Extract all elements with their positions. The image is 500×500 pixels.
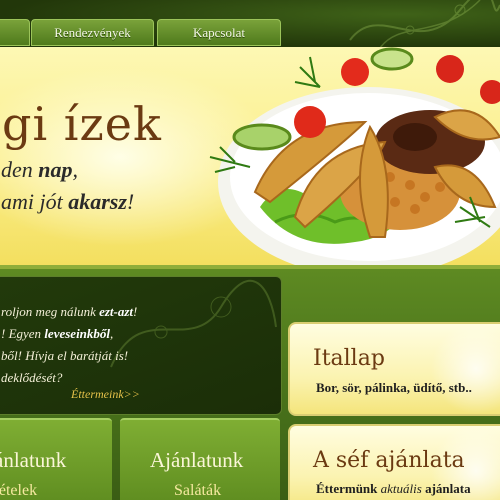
hero-banner: gi ízek den nap, ami jót akarsz! [0, 47, 500, 269]
card-text-italic: aktuális [380, 481, 422, 496]
food-plate-illustration [209, 47, 500, 265]
info-line-1-bold: ezt-azt [99, 304, 134, 319]
info-line-3: ből! Hívja el barátját is! [1, 348, 128, 364]
chef-recommendation-card[interactable]: A séf ajánlata Éttermünk aktuális ajánla… [288, 424, 500, 500]
info-panel: roljon meg nálunk ezt-azt! ! Egyen leves… [0, 276, 282, 415]
hero-tagline-1-suffix: , [72, 157, 79, 182]
info-line-1-suffix: ! [133, 304, 138, 319]
info-line-2-prefix: ! Egyen [1, 326, 45, 341]
info-line-3-prefix: ből! Hívja el barátját is! [1, 348, 129, 363]
hero-tagline-1-prefix: den [1, 157, 39, 182]
card-text-prefix: Éttermünk [316, 481, 381, 496]
info-line-4-prefix: deklődését? [1, 370, 63, 385]
card-text: Éttermünk aktuális ajánlata [316, 481, 471, 497]
info-line-2: ! Egyen leveseinkből, [1, 326, 113, 342]
recommendation-title: ánlatunk [0, 448, 67, 472]
tab-kapcsolat[interactable]: Kapcsolat [157, 19, 281, 46]
info-line-4: deklődését? [1, 370, 62, 386]
recommendation-subtitle: Saláták [174, 482, 222, 499]
recommendation-box-1[interactable]: ánlatunk ' ételek [0, 418, 112, 500]
tab-home[interactable] [0, 19, 30, 46]
tab-rendezvenyek[interactable]: Rendezvények [31, 19, 154, 46]
hero-tagline-1: den nap, [1, 157, 78, 183]
card-decoration [416, 324, 500, 414]
recommendation-box-2[interactable]: Ajánlatunk Saláták [120, 418, 280, 500]
hero-tagline-2: ami jót akarsz! [1, 189, 134, 215]
card-title: Itallap [313, 346, 385, 371]
hero-tagline-1-bold: nap [38, 157, 73, 182]
food-plate-image [200, 47, 500, 265]
drinks-menu-card[interactable]: Itallap Bor, sör, pálinka, üdítő, stb.. [288, 322, 500, 416]
ettermeink-link[interactable]: Éttermeink>> [71, 387, 140, 402]
recommendation-title: Ajánlatunk [150, 448, 244, 472]
info-line-1: roljon meg nálunk ezt-azt! [1, 304, 137, 320]
info-line-1-prefix: roljon meg nálunk [1, 304, 100, 319]
card-text-prefix: Bor, sör, pálinka, üdítő, stb.. [316, 380, 472, 395]
hero-tagline-2-suffix: ! [126, 189, 135, 214]
hero-title: gi ízek [2, 97, 162, 151]
info-line-2-bold: leveseinkből [44, 326, 111, 341]
hero-tagline-2-prefix: ami jót [1, 189, 69, 214]
recommendation-subtitle: ' ételek [0, 482, 38, 499]
card-title: A séf ajánlata [313, 448, 465, 473]
hero-tagline-2-bold: akarsz [68, 189, 127, 214]
card-text-suffix: ajánlata [421, 481, 471, 496]
ornament-swirl-icon [349, 0, 500, 48]
info-line-2-suffix: , [110, 326, 114, 341]
card-text: Bor, sör, pálinka, üdítő, stb.. [316, 380, 472, 396]
